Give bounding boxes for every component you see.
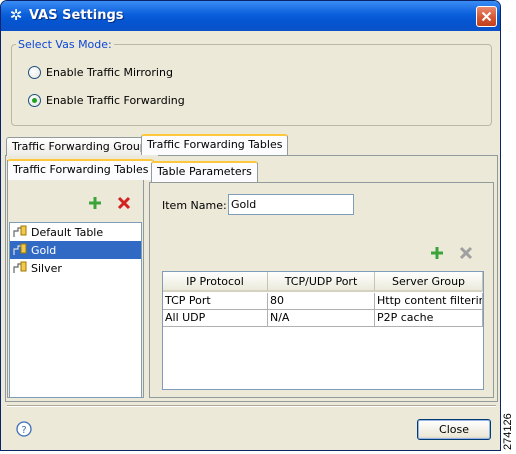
parameters-table: IP Protocol TCP/UDP Port Server Group TC… [162, 271, 484, 390]
list-item-label: Gold [31, 243, 57, 257]
radio-button-mirroring[interactable] [28, 66, 41, 79]
close-button[interactable]: Close [417, 419, 491, 440]
table-icon [13, 225, 27, 237]
figure-number: 274126 [500, 412, 516, 452]
radio-traffic-mirroring[interactable]: Enable Traffic Mirroring [28, 66, 173, 79]
footer-separator [7, 405, 496, 407]
table-icon [13, 243, 27, 255]
column-header-server-group[interactable]: Server Group [375, 272, 483, 292]
radio-traffic-forwarding[interactable]: Enable Traffic Forwarding [28, 94, 185, 107]
forwarding-tables-list: Default Table Gold Silver [9, 222, 142, 398]
window-close-button[interactable] [476, 6, 497, 27]
add-table-icon[interactable] [88, 196, 102, 210]
cisco-logo-icon: ✲ [9, 6, 23, 24]
table-cell[interactable]: 80 [268, 293, 375, 310]
list-item-default-table[interactable]: Default Table [10, 223, 141, 241]
column-header-ip-protocol[interactable]: IP Protocol [163, 272, 268, 292]
delete-row-icon[interactable] [459, 246, 473, 260]
radio-button-forwarding[interactable] [28, 94, 41, 107]
title-bar: ✲ VAS Settings [1, 1, 500, 31]
radio-label-forwarding: Enable Traffic Forwarding [46, 94, 185, 107]
list-item-label: Default Table [31, 225, 104, 239]
table-icon [13, 261, 27, 273]
vas-settings-dialog: ✲ VAS Settings Select Vas Mode: Enable T… [0, 0, 501, 451]
tab-traffic-forwarding-groups[interactable]: Traffic Forwarding Groups [6, 137, 159, 156]
add-row-icon[interactable] [430, 246, 444, 260]
window-title: VAS Settings [29, 8, 124, 23]
delete-table-icon[interactable] [117, 196, 131, 210]
list-item-label: Silver [31, 261, 62, 275]
list-item-silver[interactable]: Silver [10, 259, 141, 277]
vas-mode-legend: Select Vas Mode: [16, 38, 114, 51]
item-name-label: Item Name: [162, 199, 227, 212]
column-header-tcp-udp-port[interactable]: TCP/UDP Port [268, 272, 375, 292]
radio-label-mirroring: Enable Traffic Mirroring [46, 66, 173, 79]
svg-text:?: ? [21, 425, 26, 436]
vas-mode-group [11, 44, 492, 126]
help-icon[interactable]: ? [16, 421, 32, 437]
list-item-gold[interactable]: Gold [10, 241, 141, 259]
tab-forwarding-tables-list[interactable]: Traffic Forwarding Tables [7, 159, 155, 180]
table-cell[interactable]: All UDP [163, 310, 268, 327]
table-cell[interactable]: TCP Port [163, 293, 268, 310]
table-cell[interactable]: N/A [268, 310, 375, 327]
table-cell[interactable]: Http content filtering [375, 293, 483, 310]
tab-table-parameters[interactable]: Table Parameters [151, 161, 258, 182]
item-name-input[interactable] [228, 194, 354, 215]
tab-traffic-forwarding-tables[interactable]: Traffic Forwarding Tables [141, 134, 289, 155]
figure-number-text: 274126 [502, 413, 514, 450]
table-cell[interactable]: P2P cache [375, 310, 483, 327]
close-icon [481, 11, 492, 22]
